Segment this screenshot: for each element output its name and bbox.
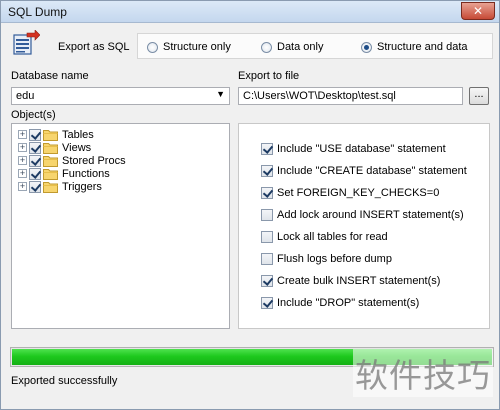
option-foreign-key-checks-label: Set FOREIGN_KEY_CHECKS=0 [277,187,440,199]
option-bulk-insert-label: Create bulk INSERT statement(s) [277,275,441,287]
option-include-drop-checkbox[interactable] [261,297,273,309]
option-bulk-insert-checkbox[interactable] [261,275,273,287]
option-add-lock-insert[interactable]: Add lock around INSERT statement(s) [261,209,464,221]
objects-tree[interactable]: + Tables + Views + Stored Procs + Functi… [11,123,230,329]
tree-item-functions[interactable]: + Functions [18,167,110,180]
folder-icon [43,155,58,167]
option-lock-all-tables[interactable]: Lock all tables for read [261,231,388,243]
expand-icon[interactable]: + [18,156,27,165]
tree-item-triggers[interactable]: + Triggers [18,180,102,193]
radio-structure-only[interactable]: Structure only [147,41,231,53]
option-add-lock-insert-label: Add lock around INSERT statement(s) [277,209,464,221]
tree-item-stored-procs[interactable]: + Stored Procs [18,154,126,167]
database-select-value: edu [16,90,35,102]
sql-export-icon [13,30,40,55]
folder-icon [43,142,58,154]
tree-item-functions-checkbox[interactable] [29,167,41,180]
option-create-database[interactable]: Include "CREATE database" statement [261,165,467,177]
option-create-database-checkbox[interactable] [261,165,273,177]
tree-item-stored-procs-label: Stored Procs [62,154,126,167]
option-flush-logs-checkbox[interactable] [261,253,273,265]
tree-item-tables[interactable]: + Tables [18,128,94,141]
option-lock-all-tables-checkbox[interactable] [261,231,273,243]
option-use-database-checkbox[interactable] [261,143,273,155]
tree-item-views[interactable]: + Views [18,141,91,154]
tree-item-tables-checkbox[interactable] [29,128,41,141]
window-title: SQL Dump [8,5,67,19]
option-use-database[interactable]: Include "USE database" statement [261,143,446,155]
export-as-label: Export as SQL [58,41,130,53]
tree-item-views-checkbox[interactable] [29,141,41,154]
radio-structure-and-data-label: Structure and data [377,41,468,53]
title-bar: SQL Dump ✕ [1,1,499,23]
option-include-drop[interactable]: Include "DROP" statement(s) [261,297,419,309]
export-to-file-label: Export to file [238,70,300,82]
option-foreign-key-checks-checkbox[interactable] [261,187,273,199]
option-bulk-insert[interactable]: Create bulk INSERT statement(s) [261,275,440,287]
option-include-drop-label: Include "DROP" statement(s) [277,297,420,309]
dump-options-panel: Include "USE database" statement Include… [238,123,490,329]
browse-button[interactable]: ... [469,87,489,105]
tree-item-views-label: Views [62,141,92,154]
expand-icon[interactable]: + [18,130,27,139]
export-file-path-input[interactable]: C:\Users\WOT\Desktop\test.sql [238,87,463,105]
radio-structure-and-data-indicator [361,41,372,53]
radio-structure-and-data[interactable]: Structure and data [361,41,468,53]
option-foreign-key-checks[interactable]: Set FOREIGN_KEY_CHECKS=0 [261,187,439,199]
folder-icon [43,168,58,180]
radio-data-only[interactable]: Data only [261,41,323,53]
folder-icon [43,129,58,141]
database-name-label: Database name [11,70,89,82]
expand-icon[interactable]: + [18,169,27,178]
option-flush-logs[interactable]: Flush logs before dump [261,253,392,265]
status-text: Exported successfully [11,375,118,387]
tree-item-triggers-label: Triggers [62,180,102,193]
close-button[interactable]: ✕ [461,2,495,20]
radio-structure-only-label: Structure only [163,41,231,53]
option-add-lock-insert-checkbox[interactable] [261,209,273,221]
tree-item-tables-label: Tables [62,128,94,141]
sql-dump-window: SQL Dump ✕ Export as SQL Structure only … [0,0,500,410]
radio-data-only-label: Data only [277,41,324,53]
folder-icon [43,181,58,193]
chevron-down-icon: ▼ [216,89,225,99]
expand-icon[interactable]: + [18,143,27,152]
objects-label: Object(s) [11,109,56,121]
option-lock-all-tables-label: Lock all tables for read [277,231,388,243]
radio-data-only-indicator [261,41,272,53]
radio-structure-only-indicator [147,41,158,53]
tree-item-functions-label: Functions [62,167,110,180]
expand-icon[interactable]: + [18,182,27,191]
watermark-text: 软件技巧 [353,349,493,397]
option-create-database-label: Include "CREATE database" statement [277,165,467,177]
tree-item-stored-procs-checkbox[interactable] [29,154,41,167]
option-flush-logs-label: Flush logs before dump [277,253,392,265]
tree-item-triggers-checkbox[interactable] [29,180,41,193]
database-select[interactable]: edu ▼ [11,87,230,105]
option-use-database-label: Include "USE database" statement [277,143,446,155]
